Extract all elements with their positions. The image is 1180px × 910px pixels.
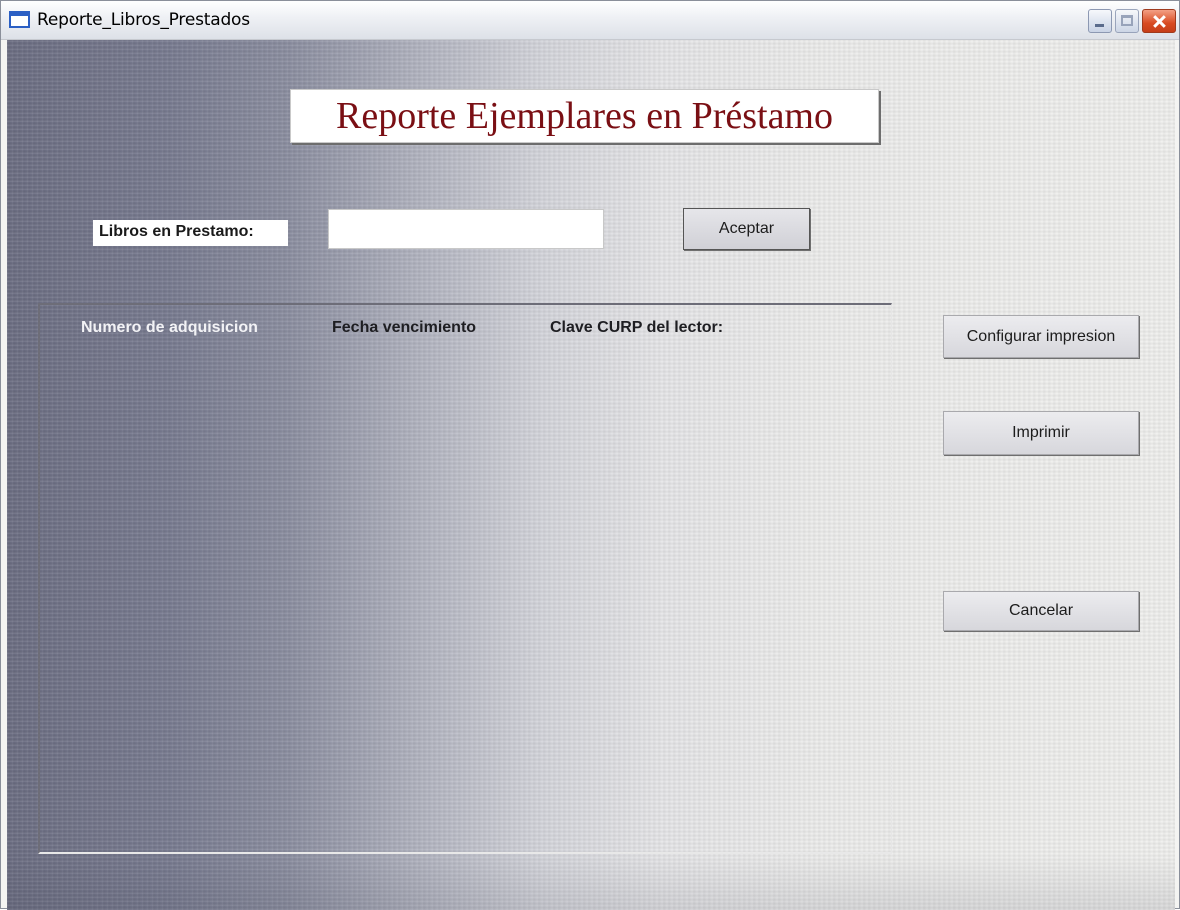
libros-prestamo-input[interactable] bbox=[328, 209, 604, 249]
title-bar[interactable]: Reporte_Libros_Prestados bbox=[1, 1, 1179, 40]
report-title-panel: Reporte Ejemplares en Préstamo bbox=[290, 89, 879, 143]
window-title: Reporte_Libros_Prestados bbox=[37, 10, 250, 30]
close-button[interactable] bbox=[1142, 9, 1176, 33]
window-icon bbox=[9, 11, 30, 28]
loans-list-body[interactable] bbox=[49, 351, 879, 841]
cancelar-button[interactable]: Cancelar bbox=[943, 591, 1139, 631]
column-header-numero-adquisicion: Numero de adquisicion bbox=[81, 319, 258, 336]
aceptar-button[interactable]: Aceptar bbox=[683, 208, 810, 250]
libros-prestamo-label: Libros en Prestamo: bbox=[93, 220, 288, 246]
column-header-fecha-vencimiento: Fecha vencimiento bbox=[332, 319, 477, 336]
imprimir-button[interactable]: Imprimir bbox=[943, 411, 1139, 455]
maximize-button[interactable] bbox=[1115, 9, 1139, 33]
report-title: Reporte Ejemplares en Préstamo bbox=[335, 95, 833, 137]
minimize-button[interactable] bbox=[1088, 9, 1112, 33]
app-window: Reporte_Libros_Prestados Reporte Ejempla… bbox=[0, 0, 1180, 910]
configurar-impresion-button[interactable]: Configurar impresion bbox=[943, 315, 1139, 358]
column-header-clave-curp: Clave CURP del lector: bbox=[550, 319, 724, 336]
